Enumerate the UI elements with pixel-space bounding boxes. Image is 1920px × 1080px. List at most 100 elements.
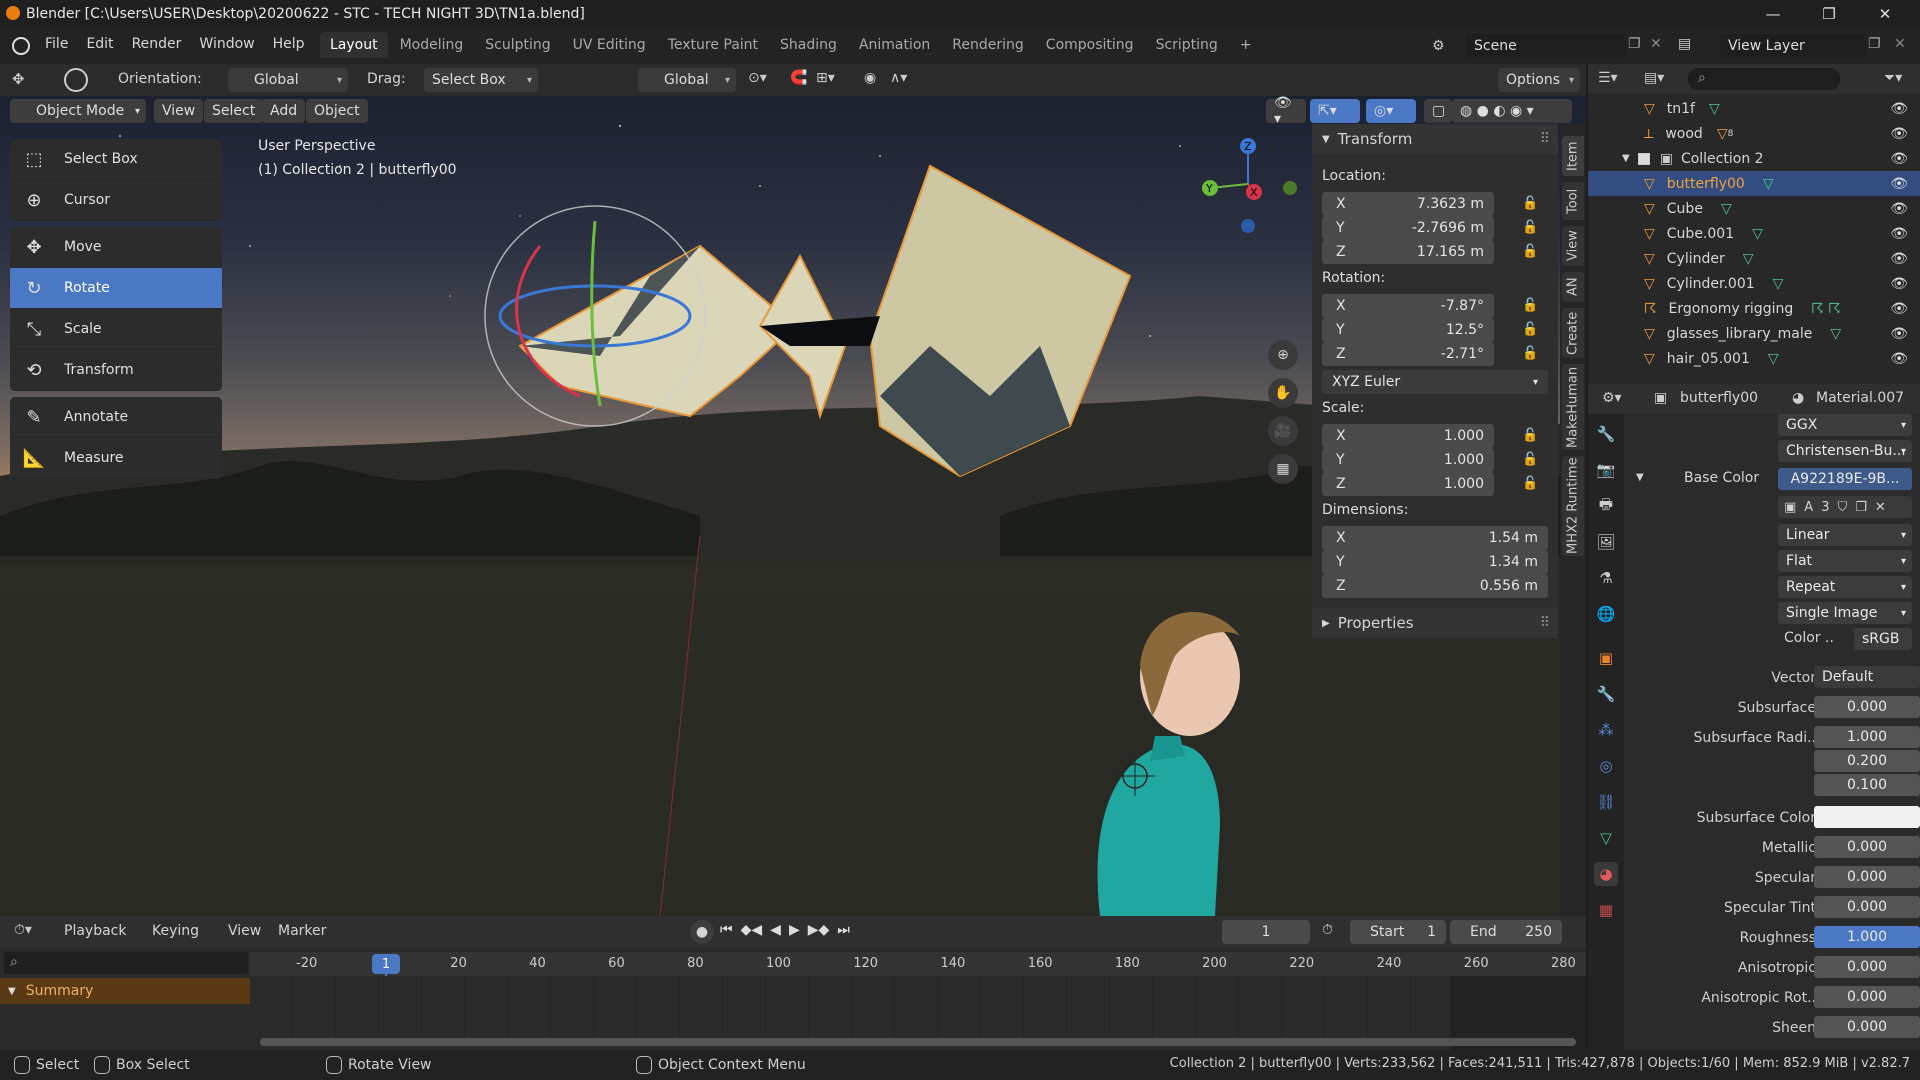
material-props-icon[interactable]: ◕ bbox=[1594, 862, 1618, 886]
tab-rendering[interactable]: Rendering bbox=[942, 32, 1034, 58]
mesh-data-props-icon[interactable]: ▽ bbox=[1594, 826, 1618, 850]
transform-panel-header[interactable]: ▼ Transform ⠿ bbox=[1312, 124, 1558, 154]
timeline-menu-view[interactable]: View bbox=[228, 923, 261, 939]
outliner-row[interactable]: ▽ Cylinder.001 ▽ 👁 bbox=[1588, 271, 1920, 296]
lock-rotation-z-icon[interactable]: 🔓 bbox=[1522, 346, 1538, 361]
outliner-row[interactable]: ▽ hair_05.001 ▽ 👁 bbox=[1588, 346, 1920, 371]
tab-animation[interactable]: Animation bbox=[849, 32, 940, 58]
outliner-row[interactable]: ▽ glasses_library_male ▽ 👁 bbox=[1588, 321, 1920, 346]
menu-help[interactable]: Help bbox=[264, 36, 314, 52]
summary-channel[interactable]: ▼ Summary bbox=[0, 978, 250, 1004]
tab-an[interactable]: AN bbox=[1562, 272, 1584, 302]
navigation-gizmo[interactable]: Z Y X bbox=[1196, 136, 1306, 246]
tool-annotate[interactable]: ✎ Annotate bbox=[10, 397, 222, 438]
view-layer-icon[interactable]: ▤ bbox=[1678, 36, 1691, 52]
viewport-menu-view[interactable]: View bbox=[154, 99, 204, 123]
display-mode-icon[interactable]: ▤▾ bbox=[1644, 70, 1664, 86]
editor-type-icon[interactable]: ⚙▾ bbox=[1602, 390, 1622, 406]
tab-modeling[interactable]: Modeling bbox=[390, 32, 474, 58]
tab-shading[interactable]: Shading bbox=[770, 32, 847, 58]
visibility-eye-icon[interactable]: 👁 bbox=[1890, 351, 1908, 367]
dimensions-z-field[interactable]: Z 0.556 m bbox=[1322, 574, 1548, 598]
maximize-button[interactable]: ❐ bbox=[1806, 0, 1852, 28]
visibility-eye-icon[interactable]: 👁 bbox=[1890, 151, 1908, 167]
texture-props-icon[interactable]: ▦ bbox=[1594, 898, 1618, 922]
viewport-menu-select[interactable]: Select bbox=[204, 99, 264, 123]
outliner-row[interactable]: ⟂ wood ▽ 8 👁 bbox=[1588, 121, 1920, 146]
output-props-icon[interactable]: 🖶 bbox=[1594, 494, 1618, 518]
timeline-menu-marker[interactable]: Marker bbox=[278, 923, 326, 939]
overlay-toggle-icon[interactable]: ◎▾ bbox=[1366, 99, 1416, 123]
minimize-button[interactable]: — bbox=[1750, 0, 1796, 28]
lock-scale-x-icon[interactable]: 🔓 bbox=[1522, 428, 1538, 443]
view-layer-props-icon[interactable]: 🖼 bbox=[1594, 530, 1618, 554]
viewport-menu-object[interactable]: Object bbox=[306, 99, 368, 123]
drag-dropdown[interactable]: Select Box ▾ bbox=[424, 68, 538, 92]
tool-scale[interactable]: ⤡ Scale bbox=[10, 309, 222, 350]
pivot-point-icon[interactable]: ⊙▾ bbox=[748, 70, 767, 86]
unlink-icon[interactable]: ✕ bbox=[1875, 500, 1886, 515]
play-reverse-icon[interactable]: ◀ bbox=[770, 922, 781, 938]
remove-view-layer-icon[interactable]: ✕ bbox=[1894, 36, 1906, 52]
tab-uv-editing[interactable]: UV Editing bbox=[563, 32, 656, 58]
interpolation-dropdown[interactable]: Linear ▾ bbox=[1778, 524, 1912, 546]
editor-type-icon[interactable]: ⏱▾ bbox=[14, 922, 32, 938]
tab-compositing[interactable]: Compositing bbox=[1036, 32, 1144, 58]
xray-icon[interactable]: ▢ bbox=[1424, 99, 1452, 123]
gizmo-toggle-icon[interactable]: ⇱▾ bbox=[1310, 99, 1360, 123]
roughness-field[interactable]: 1.000 bbox=[1814, 926, 1920, 948]
menu-window[interactable]: Window bbox=[190, 36, 263, 52]
subsurface-radius-z-field[interactable]: 0.100 bbox=[1814, 774, 1920, 796]
scene-props-icon[interactable]: ⚗ bbox=[1594, 566, 1618, 590]
sheen-field[interactable]: 0.000 bbox=[1814, 1016, 1920, 1038]
tool-rotate[interactable]: ↻ Rotate bbox=[10, 268, 222, 309]
blender-menu-icon[interactable] bbox=[12, 37, 30, 55]
extension-dropdown[interactable]: Repeat ▾ bbox=[1778, 576, 1912, 598]
camera-view-icon[interactable]: 🎥 bbox=[1268, 416, 1298, 446]
visibility-eye-icon[interactable]: 👁 bbox=[1890, 226, 1908, 242]
jump-end-icon[interactable]: ⏭ bbox=[837, 922, 850, 938]
filter-icon[interactable]: ⏷▾ bbox=[1884, 70, 1902, 86]
tab-layout[interactable]: Layout bbox=[320, 32, 388, 58]
source-dropdown[interactable]: Single Image ▾ bbox=[1778, 602, 1912, 624]
playhead-indicator[interactable]: 1 bbox=[372, 954, 400, 974]
drag-handle-icon[interactable]: ⠿ bbox=[1540, 615, 1550, 631]
transform-pivot-icon[interactable]: ✥ bbox=[12, 70, 25, 88]
scale-z-field[interactable]: Z 1.000 bbox=[1322, 472, 1494, 496]
properties-panel-header[interactable]: ▶ Properties ⠿ bbox=[1312, 608, 1558, 638]
anisotropic-field[interactable]: 0.000 bbox=[1814, 956, 1920, 978]
rotation-y-field[interactable]: Y 12.5° bbox=[1322, 318, 1494, 342]
tab-mhx2-runtime[interactable]: MHX2 Runtime bbox=[1562, 456, 1584, 556]
tool-select-box[interactable]: ⬚ Select Box bbox=[10, 139, 222, 180]
new-view-layer-icon[interactable]: ❐ bbox=[1868, 36, 1881, 52]
subsurface-radius-x-field[interactable]: 1.000 bbox=[1814, 726, 1920, 748]
options-dropdown[interactable]: Options ▾ bbox=[1498, 68, 1580, 92]
dimensions-y-field[interactable]: Y 1.34 m bbox=[1322, 550, 1548, 574]
menu-render[interactable]: Render bbox=[123, 36, 191, 52]
snap-icon[interactable]: 🧲 bbox=[790, 70, 807, 86]
subsurface-method-dropdown[interactable]: Christensen-Bu... ▾ bbox=[1778, 440, 1912, 462]
visibility-eye-icon[interactable]: 👁 bbox=[1890, 251, 1908, 267]
start-frame-field[interactable]: Start 1 bbox=[1350, 920, 1446, 944]
visibility-eye-icon[interactable]: 👁 bbox=[1890, 201, 1908, 217]
visibility-eye-icon[interactable]: 👁 bbox=[1890, 101, 1908, 117]
ortho-grid-icon[interactable]: ▦ bbox=[1268, 454, 1298, 484]
dimensions-x-field[interactable]: X 1.54 m bbox=[1322, 526, 1548, 550]
timeline-scrollbar[interactable] bbox=[260, 1038, 1576, 1046]
outliner-search-input[interactable]: ⌕ bbox=[1688, 68, 1840, 90]
timeline-menu-keying[interactable]: Keying bbox=[152, 923, 199, 939]
checkbox-icon[interactable] bbox=[1637, 152, 1650, 165]
image-datablock-row[interactable]: ▣ A 3 ⛉ ❐ ✕ bbox=[1778, 496, 1912, 518]
projection-dropdown[interactable]: Flat ▾ bbox=[1778, 550, 1912, 572]
location-x-field[interactable]: X 7.3623 m bbox=[1322, 192, 1494, 216]
visibility-eye-icon[interactable]: 👁 bbox=[1890, 276, 1908, 292]
scale-y-field[interactable]: Y 1.000 bbox=[1322, 448, 1494, 472]
shading-mode-icons[interactable]: ◍ ● ◐ ◉ ▾ bbox=[1452, 99, 1572, 123]
physics-props-icon[interactable]: ◎ bbox=[1594, 754, 1618, 778]
rotation-x-field[interactable]: X -7.87° bbox=[1322, 294, 1494, 318]
expand-arrow-icon[interactable]: ▼ bbox=[1622, 153, 1630, 164]
scene-icon[interactable]: ⚙ bbox=[1432, 38, 1445, 54]
object-mode-dropdown[interactable]: Object Mode ▾ bbox=[10, 99, 146, 123]
specular-tint-field[interactable]: 0.000 bbox=[1814, 896, 1920, 918]
distribution-dropdown[interactable]: GGX ▾ bbox=[1778, 414, 1912, 436]
